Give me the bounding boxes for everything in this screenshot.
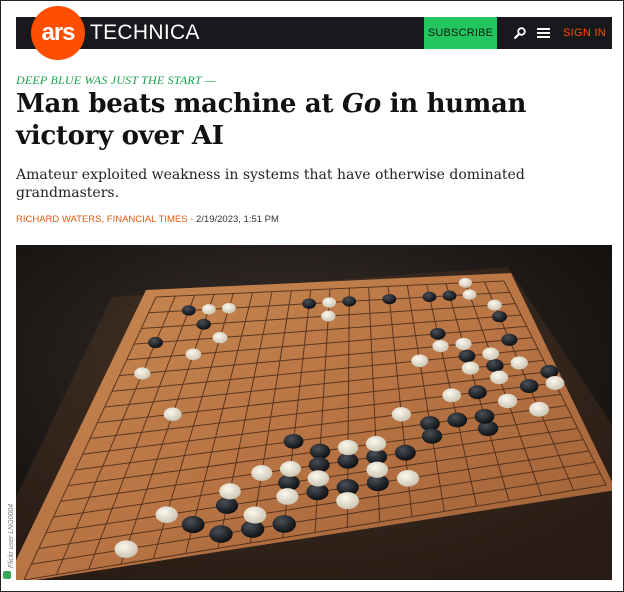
white-stone [482,347,500,361]
black-stone [421,428,443,444]
black-stone [447,412,468,428]
subscribe-button[interactable]: SUBSCRIBE [424,17,497,49]
go-board-illustration [16,245,612,580]
white-stone [114,540,138,558]
white-stone [391,407,411,422]
white-stone [185,348,202,361]
white-stone [243,506,267,524]
white-stone [462,289,477,300]
black-stone [442,290,457,301]
publish-date: 2/19/2023, 1:51 PM [196,214,279,225]
black-stone [272,515,296,533]
black-stone [342,296,357,307]
black-stone [196,318,211,330]
sign-in-link[interactable]: SIGN IN [563,17,606,49]
byline-separator: - [187,214,196,225]
black-stone [148,336,163,349]
white-stone [497,393,518,409]
camera-icon [3,571,11,579]
black-stone [492,310,507,323]
white-stone [529,401,549,417]
white-stone [432,340,449,353]
white-stone [221,303,236,314]
article-kicker: DEEP BLUE WAS JUST THE START — [16,73,216,87]
white-stone [545,376,565,390]
black-stone [181,305,196,316]
black-stone [302,298,317,309]
black-stone [429,327,446,340]
black-stone [181,516,205,534]
white-stone [365,436,387,452]
white-stone [396,469,420,487]
white-stone [251,465,273,481]
photo-credit: Flickr user LNG0004 [8,503,15,568]
author-link[interactable]: RICHARD WATERS, FINANCIAL TIMES [16,214,188,225]
white-stone [337,439,359,456]
white-stone [155,506,178,523]
white-stone [276,488,299,505]
title-emphasis: Go [341,89,381,119]
white-stone [212,332,228,344]
ars-logo-text[interactable]: ars [35,21,81,45]
white-stone [201,304,216,315]
black-stone [394,444,416,461]
article-dek: Amateur exploited weakness in systems th… [16,167,525,201]
white-stone [487,299,502,311]
white-stone [322,297,337,308]
white-stone [461,361,480,375]
black-stone [519,379,539,394]
white-stone [321,310,336,322]
site-header: ars TECHNICA SUBSCRIBE SIGN IN [16,6,612,60]
title-part-1: Man beats machine at [16,89,342,119]
black-stone [501,333,518,346]
black-stone [486,358,504,373]
black-stone [215,497,239,514]
white-stone [163,407,182,422]
white-stone [134,367,151,380]
search-icon[interactable] [514,27,526,39]
article-title: Man beats machine at Go in human victory… [16,88,612,152]
white-stone [442,388,461,403]
go-board-photo [16,245,612,580]
black-stone [382,293,397,305]
white-stone [366,461,389,478]
white-stone [307,470,330,487]
black-stone [422,291,437,303]
technica-logo-text[interactable]: TECHNICA [90,22,200,44]
white-stone [455,337,472,351]
black-stone [458,349,476,363]
white-stone [336,492,359,510]
byline: RICHARD WATERS, FINANCIAL TIMES - 2/19/2… [16,214,279,225]
white-stone [411,354,429,368]
black-stone [309,443,331,459]
black-stone [474,408,495,424]
white-stone [279,461,301,477]
white-stone [490,370,509,385]
white-stone [458,277,472,288]
white-stone [510,356,528,370]
black-stone [337,452,359,469]
menu-icon[interactable] [537,27,550,39]
white-stone [219,483,241,500]
black-stone [283,433,304,449]
black-stone [209,525,233,543]
black-stone [468,385,487,400]
